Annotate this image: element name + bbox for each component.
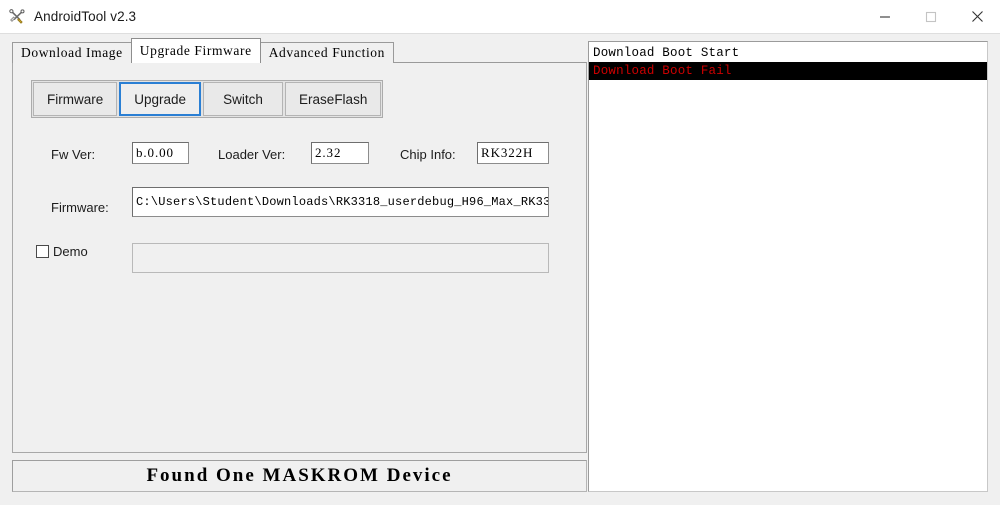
upgrade-button[interactable]: Upgrade — [119, 82, 202, 116]
status-bar: Found One MASKROM Device — [12, 460, 587, 492]
firmware-button[interactable]: Firmware — [33, 82, 118, 116]
window-controls — [862, 0, 1000, 33]
chip-info-label: Chip Info: — [400, 147, 456, 162]
fw-ver-label: Fw Ver: — [51, 147, 96, 162]
log-line-download-boot-start[interactable]: Download Boot Start — [589, 44, 987, 62]
loader-ver-label: Loader Ver: — [218, 147, 286, 162]
status-text: Found One MASKROM Device — [146, 465, 453, 486]
demo-checkbox[interactable] — [36, 245, 49, 258]
tools-icon — [8, 8, 26, 26]
eraseflash-button[interactable]: EraseFlash — [285, 82, 382, 116]
demo-checkbox-row[interactable]: Demo — [36, 244, 88, 259]
upgrade-firmware-panel: Firmware Upgrade Switch EraseFlash Fw Ve… — [12, 62, 587, 453]
firmware-label: Firmware: — [51, 200, 109, 215]
chip-info-field[interactable]: RK322H — [477, 142, 549, 164]
window-title: AndroidTool v2.3 — [34, 9, 137, 24]
close-button[interactable] — [954, 0, 1000, 33]
fw-ver-field[interactable]: b.0.00 — [132, 142, 189, 164]
firmware-path-field[interactable]: C:\Users\Student\Downloads\RK3318_userde… — [132, 187, 549, 217]
switch-button[interactable]: Switch — [203, 82, 284, 116]
log-line-download-boot-fail[interactable]: Download Boot Fail — [589, 62, 987, 80]
maximize-button[interactable] — [908, 0, 954, 33]
loader-ver-field[interactable]: 2.32 — [311, 142, 369, 164]
minimize-button[interactable] — [862, 0, 908, 33]
tab-upgrade-firmware[interactable]: Upgrade Firmware — [130, 38, 261, 63]
tab-advanced-function[interactable]: Advanced Function — [259, 42, 394, 63]
tab-strip: Download Image Upgrade Firmware Advanced… — [12, 38, 587, 63]
tab-download-image[interactable]: Download Image — [12, 42, 132, 63]
demo-label: Demo — [53, 244, 88, 259]
action-button-row: Firmware Upgrade Switch EraseFlash — [31, 80, 384, 118]
log-panel[interactable]: Download Boot Start Download Boot Fail — [588, 41, 988, 492]
demo-value-field[interactable] — [132, 243, 549, 273]
title-bar: AndroidTool v2.3 — [0, 0, 1000, 34]
